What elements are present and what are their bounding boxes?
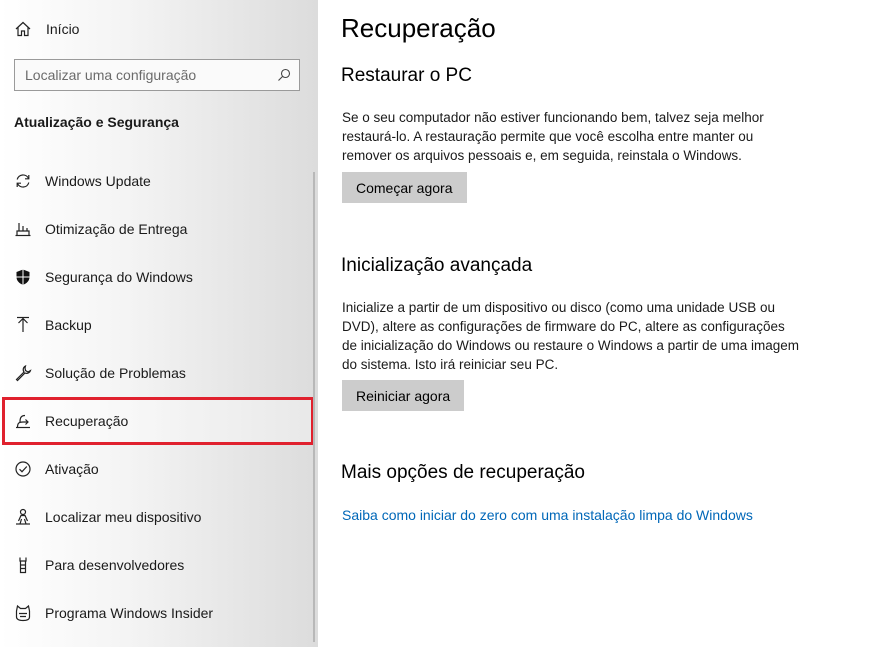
sidebar-item-label: Ativação [45,461,99,477]
advanced-startup-description: Inicialize a partir de um dispositivo ou… [342,300,799,372]
sidebar-scrollbar[interactable] [313,172,315,642]
more-recovery-options-heading: Mais opções de recuperação [341,462,585,483]
settings-search-box[interactable] [14,59,300,91]
delivery-optimization-icon [14,220,32,238]
reset-pc-description: Se o seu computador não estiver funciona… [342,110,764,163]
search-input[interactable] [15,60,269,90]
backup-arrow-icon [14,316,32,334]
sidebar-item-recovery[interactable]: Recuperação [2,397,314,445]
sidebar-nav: Windows Update Otimização de Entrega Seg… [0,157,316,637]
clean-install-link[interactable]: Saiba como iniciar do zero com uma insta… [342,507,753,523]
wrench-icon [14,364,32,382]
reset-pc-heading: Restaurar o PC [341,65,472,86]
sidebar-item-label: Localizar meu dispositivo [45,509,202,525]
person-location-icon [14,508,32,526]
sidebar-item-label: Recuperação [45,413,129,429]
sidebar-item-troubleshoot[interactable]: Solução de Problemas [0,349,316,397]
sidebar-item-label: Windows Update [45,173,151,189]
sidebar-item-windows-security[interactable]: Segurança do Windows [0,253,316,301]
home-nav-item[interactable]: Início [14,18,79,40]
sidebar-item-label: Solução de Problemas [45,365,186,381]
insider-cat-icon [14,604,32,622]
sidebar-item-label: Backup [45,317,92,333]
home-label: Início [46,21,80,37]
settings-sidebar: Início Atualização e Segurança Windows U… [0,0,318,647]
advanced-startup-heading: Inicialização avançada [341,255,533,276]
sidebar-item-delivery-optimization[interactable]: Otimização de Entrega [0,205,316,253]
developer-icon [14,556,32,574]
sidebar-item-label: Para desenvolvedores [45,557,185,573]
sidebar-item-developers[interactable]: Para desenvolvedores [0,541,316,589]
search-icon[interactable] [269,60,299,90]
sidebar-item-windows-update[interactable]: Windows Update [0,157,316,205]
sidebar-item-label: Programa Windows Insider [45,605,214,621]
check-circle-icon [14,460,32,478]
sidebar-item-label: Otimização de Entrega [45,221,188,237]
page-title: Recuperação [341,13,496,43]
restart-now-button[interactable]: Reiniciar agora [342,380,465,411]
section-title: Atualização e Segurança [14,114,179,130]
shield-icon [14,268,32,286]
sidebar-item-backup[interactable]: Backup [0,301,316,349]
sidebar-item-windows-insider[interactable]: Programa Windows Insider [0,589,316,637]
refresh-icon [14,172,32,190]
sidebar-item-find-my-device[interactable]: Localizar meu dispositivo [0,493,316,541]
start-now-button[interactable]: Começar agora [342,172,467,203]
recovery-icon [14,412,32,430]
sidebar-item-activation[interactable]: Ativação [0,445,316,493]
sidebar-item-label: Segurança do Windows [45,269,193,285]
home-icon [14,20,32,38]
